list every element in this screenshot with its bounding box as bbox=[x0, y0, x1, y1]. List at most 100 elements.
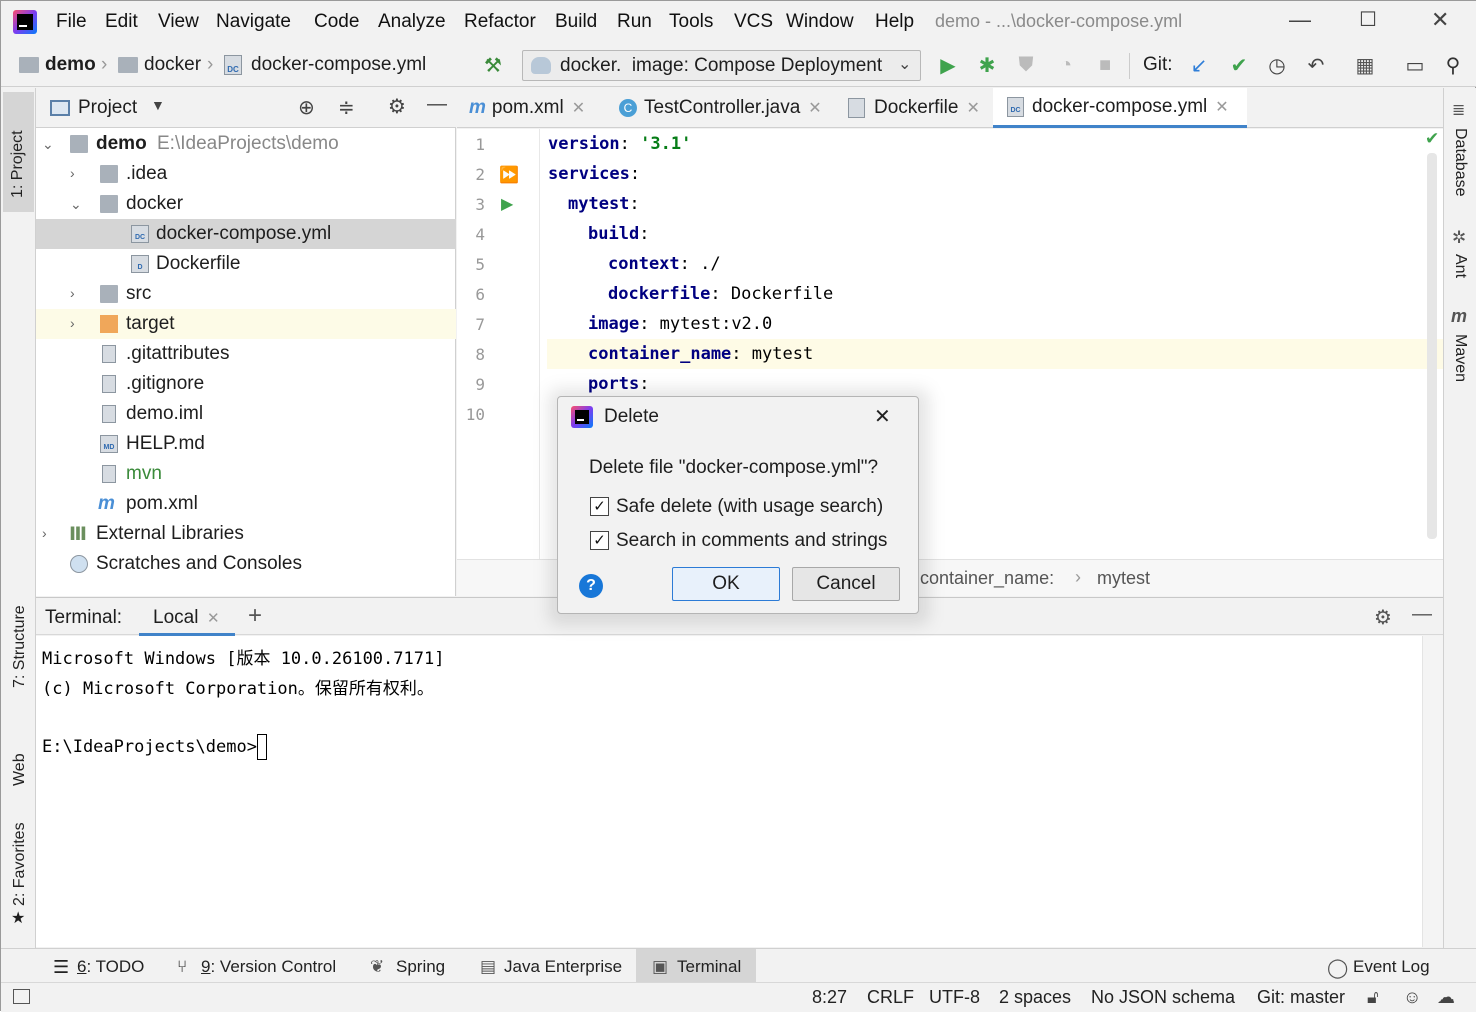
spring-tool-button[interactable]: Spring bbox=[396, 957, 445, 977]
tree-item-target[interactable]: › target bbox=[36, 309, 456, 339]
tab-testcontroller[interactable]: C TestController.java ✕ bbox=[619, 88, 822, 128]
gear-icon[interactable]: ⚙ bbox=[1374, 605, 1392, 630]
tree-item-docker-compose[interactable]: DC docker-compose.yml bbox=[36, 219, 456, 249]
close-icon[interactable]: ✕ bbox=[808, 98, 821, 118]
profile-icon[interactable]: ◔ bbox=[1054, 53, 1078, 77]
chevron-right-icon[interactable]: › bbox=[42, 525, 47, 541]
tree-item-gitattributes[interactable]: .gitattributes bbox=[36, 339, 456, 369]
safe-delete-label[interactable]: Safe delete (with usage search) bbox=[616, 496, 883, 518]
menu-vcs[interactable]: VCS bbox=[734, 11, 773, 33]
tree-item-help-md[interactable]: MD HELP.md bbox=[36, 429, 456, 459]
menu-view[interactable]: View bbox=[158, 11, 199, 33]
inspector-hat-icon[interactable]: ☺ bbox=[1403, 987, 1421, 1008]
tree-item-scratches[interactable]: Scratches and Consoles bbox=[36, 549, 456, 579]
collapse-all-icon[interactable]: ≑ bbox=[338, 95, 355, 120]
git-commit-check-icon[interactable]: ✔ bbox=[1227, 53, 1251, 77]
crumb-docker[interactable]: docker bbox=[144, 54, 201, 76]
file-encoding[interactable]: UTF-8 bbox=[929, 987, 980, 1008]
cancel-button[interactable]: Cancel bbox=[792, 567, 900, 601]
terminal-scrollbar[interactable] bbox=[1422, 636, 1443, 947]
run-service-icon[interactable]: ▶ bbox=[501, 194, 513, 214]
chevron-down-icon[interactable]: ⌄ bbox=[42, 136, 54, 153]
terminal-output[interactable]: Microsoft Windows [版本 10.0.26100.7171] (… bbox=[36, 636, 1422, 947]
menu-help[interactable]: Help bbox=[875, 11, 914, 33]
json-schema[interactable]: No JSON schema bbox=[1091, 987, 1235, 1008]
tree-item-demo[interactable]: ⌄ demo E:\IdeaProjects\demo bbox=[36, 129, 456, 159]
menu-code[interactable]: Code bbox=[314, 11, 359, 33]
menu-file[interactable]: File bbox=[56, 11, 87, 33]
search-icon[interactable]: ⚲ bbox=[1441, 53, 1465, 77]
close-icon[interactable]: ✕ bbox=[1215, 97, 1228, 117]
caret-position[interactable]: 8:27 bbox=[812, 987, 847, 1008]
menu-window[interactable]: Window bbox=[786, 11, 854, 33]
menu-tools[interactable]: Tools bbox=[669, 11, 713, 33]
favorites-tool-label[interactable]: 2: Favorites bbox=[11, 822, 29, 906]
tree-item-src[interactable]: › src bbox=[36, 279, 456, 309]
line-separator[interactable]: CRLF bbox=[867, 987, 914, 1008]
tree-item-idea[interactable]: › .idea bbox=[36, 159, 456, 189]
chevron-down-icon[interactable]: ▼ bbox=[151, 97, 165, 113]
tree-item-external-libraries[interactable]: › Ⅲ External Libraries bbox=[36, 519, 456, 549]
close-icon[interactable]: ✕ bbox=[572, 98, 585, 118]
new-terminal-plus-icon[interactable]: + bbox=[248, 602, 262, 630]
editor-scrollbar[interactable] bbox=[1427, 153, 1437, 539]
git-history-clock-icon[interactable]: ◷ bbox=[1265, 53, 1289, 77]
event-log-tool-button[interactable]: Event Log bbox=[1353, 957, 1430, 977]
run-with-coverage-icon[interactable]: ⛊ bbox=[1014, 53, 1038, 77]
structure-tool-label[interactable]: 7: Structure bbox=[11, 605, 29, 688]
close-window-button[interactable]: ✕ bbox=[1431, 7, 1449, 33]
menu-navigate[interactable]: Navigate bbox=[216, 11, 291, 33]
dialog-close-icon[interactable]: ✕ bbox=[874, 404, 891, 429]
lock-icon[interactable]: 🔓︎ bbox=[1367, 987, 1379, 1008]
git-update-icon[interactable]: ↙ bbox=[1187, 53, 1211, 77]
indent-setting[interactable]: 2 spaces bbox=[999, 987, 1071, 1008]
maximize-button[interactable]: ☐ bbox=[1359, 7, 1377, 32]
close-icon[interactable]: ✕ bbox=[207, 609, 220, 627]
tree-item-demo-iml[interactable]: demo.iml bbox=[36, 399, 456, 429]
locate-crosshair-icon[interactable]: ⊕ bbox=[298, 95, 315, 120]
chevron-right-icon[interactable]: › bbox=[70, 315, 75, 331]
breadcrumb-value[interactable]: mytest bbox=[1097, 568, 1150, 589]
menu-build[interactable]: Build bbox=[555, 11, 597, 33]
tree-item-docker[interactable]: ⌄ docker bbox=[36, 189, 456, 219]
maven-tool-label[interactable]: Maven bbox=[1451, 334, 1469, 382]
tree-item-mvn[interactable]: mvn bbox=[36, 459, 456, 489]
presentation-icon[interactable]: ▭ bbox=[1403, 53, 1427, 77]
run-config-select[interactable]: docker. image: Compose Deployment ⌄ bbox=[522, 50, 921, 81]
minimize-button[interactable]: — bbox=[1289, 7, 1311, 33]
build-hammer-icon[interactable]: ⚒ bbox=[481, 53, 505, 77]
todo-tool-button[interactable]: 6: TODO bbox=[77, 957, 144, 977]
tab-docker-compose-active[interactable]: DC docker-compose.yml ✕ bbox=[993, 88, 1247, 128]
chevron-down-icon[interactable]: ⌄ bbox=[70, 196, 82, 213]
debug-bug-icon[interactable]: ✱ bbox=[975, 53, 999, 77]
chevron-right-icon[interactable]: › bbox=[70, 165, 75, 181]
close-icon[interactable]: ✕ bbox=[966, 98, 979, 118]
tab-pom-xml[interactable]: m pom.xml ✕ bbox=[469, 88, 585, 128]
menu-run[interactable]: Run bbox=[617, 11, 652, 33]
ok-button[interactable]: OK bbox=[672, 567, 780, 601]
project-panel-title[interactable]: Project bbox=[78, 97, 137, 119]
tree-item-gitignore[interactable]: .gitignore bbox=[36, 369, 456, 399]
git-branch[interactable]: Git: master bbox=[1257, 987, 1345, 1008]
chevron-right-icon[interactable]: › bbox=[70, 285, 75, 301]
safe-delete-checkbox[interactable]: ✓ bbox=[590, 497, 609, 516]
help-question-icon[interactable]: ? bbox=[579, 574, 603, 598]
hide-panel-icon[interactable]: — bbox=[427, 93, 447, 116]
java-enterprise-tool-button[interactable]: Java Enterprise bbox=[504, 957, 622, 977]
run-all-services-icon[interactable]: ⏩ bbox=[499, 165, 519, 185]
tree-item-dockerfile[interactable]: D Dockerfile bbox=[36, 249, 456, 279]
menu-analyze[interactable]: Analyze bbox=[378, 11, 446, 33]
memory-indicator-icon[interactable]: ☁ bbox=[1437, 987, 1455, 1008]
crumb-docker-compose[interactable]: docker-compose.yml bbox=[251, 54, 426, 76]
git-rollback-icon[interactable]: ↶ bbox=[1304, 53, 1328, 77]
toggle-tool-windows-icon[interactable] bbox=[13, 989, 30, 1004]
web-tool-label[interactable]: Web bbox=[11, 753, 29, 786]
search-comments-checkbox[interactable]: ✓ bbox=[590, 531, 609, 550]
search-comments-label[interactable]: Search in comments and strings bbox=[616, 530, 887, 552]
gear-icon[interactable]: ⚙ bbox=[388, 94, 406, 119]
run-icon[interactable]: ▶ bbox=[936, 53, 960, 77]
database-tool-label[interactable]: Database bbox=[1451, 128, 1469, 197]
tab-terminal-local[interactable]: Local ✕ bbox=[139, 598, 235, 636]
hide-panel-icon[interactable]: — bbox=[1412, 603, 1432, 626]
menu-edit[interactable]: Edit bbox=[105, 11, 138, 33]
